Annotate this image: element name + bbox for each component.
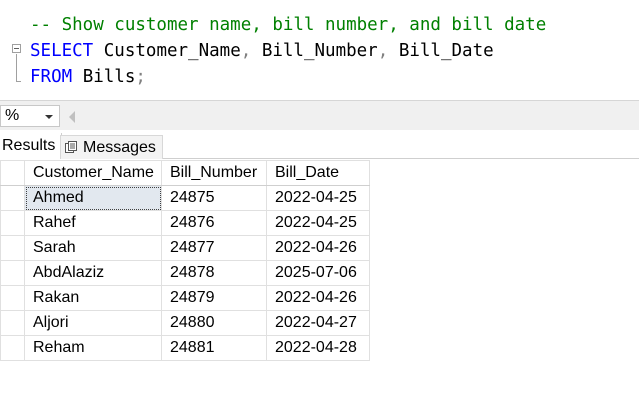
row-header[interactable] bbox=[0, 235, 25, 261]
table-cell[interactable]: Reham bbox=[24, 335, 162, 361]
table-cell[interactable]: Sarah bbox=[24, 235, 162, 261]
table-cell[interactable]: Ahmed bbox=[24, 185, 162, 211]
table-cell[interactable]: 2022-04-27 bbox=[266, 310, 370, 336]
table-row: Reham 24881 2022-04-28 bbox=[0, 335, 370, 361]
results-grid: Customer_Name Bill_Number Bill_Date Ahme… bbox=[0, 160, 370, 361]
row-header[interactable] bbox=[0, 260, 25, 286]
select-keyword: SELECT bbox=[30, 41, 94, 61]
table-cell[interactable]: 2022-04-28 bbox=[266, 335, 370, 361]
from-line: FROM Bills; bbox=[30, 64, 146, 90]
table-cell[interactable]: Rahef bbox=[24, 210, 162, 236]
table-cell[interactable]: AbdAlaziz bbox=[24, 260, 162, 286]
table-row: Rakan 24879 2022-04-26 bbox=[0, 285, 370, 311]
table-cell[interactable]: 2025-07-06 bbox=[266, 260, 370, 286]
column-header-bill-number[interactable]: Bill_Number bbox=[161, 160, 267, 186]
table-cell[interactable]: 2022-04-25 bbox=[266, 185, 370, 211]
corner-cell[interactable] bbox=[0, 160, 25, 186]
row-header[interactable] bbox=[0, 210, 25, 236]
chevron-down-icon[interactable] bbox=[45, 115, 53, 119]
table-cell[interactable]: 24875 bbox=[161, 185, 267, 211]
column-bill-number: Bill_Number bbox=[261, 41, 378, 61]
comma-2: , bbox=[377, 41, 389, 61]
table-cell[interactable]: 24879 bbox=[161, 285, 267, 311]
zoom-value: % bbox=[5, 107, 20, 124]
tab-results[interactable]: Results bbox=[0, 133, 63, 159]
results-tab-bar: Results Messages bbox=[0, 133, 639, 159]
column-header-bill-date[interactable]: Bill_Date bbox=[266, 160, 370, 186]
table-cell[interactable]: 2022-04-26 bbox=[266, 285, 370, 311]
comment-line: -- Show customer name, bill number, and … bbox=[30, 15, 547, 35]
tab-messages[interactable]: Messages bbox=[60, 135, 163, 159]
table-cell[interactable]: 2022-04-25 bbox=[266, 210, 370, 236]
collapse-icon[interactable] bbox=[12, 44, 21, 53]
zoom-dropdown[interactable]: % bbox=[0, 105, 60, 127]
table-cell[interactable]: 2022-04-26 bbox=[266, 235, 370, 261]
table-cell[interactable]: 24878 bbox=[161, 260, 267, 286]
table-cell[interactable]: Aljori bbox=[24, 310, 162, 336]
table-name: Bills bbox=[82, 67, 136, 87]
table-cell[interactable]: 24880 bbox=[161, 310, 267, 336]
comma-1: , bbox=[240, 41, 252, 61]
column-header-customer-name[interactable]: Customer_Name bbox=[24, 160, 162, 186]
semicolon: ; bbox=[135, 67, 146, 87]
column-bill-date: Bill_Date bbox=[398, 41, 494, 61]
fold-guide bbox=[16, 54, 21, 82]
table-cell[interactable]: 24881 bbox=[161, 335, 267, 361]
row-header[interactable] bbox=[0, 310, 25, 336]
column-customer-name: Customer_Name bbox=[103, 41, 241, 61]
scroll-left-icon[interactable] bbox=[69, 111, 75, 123]
table-cell[interactable]: 24877 bbox=[161, 235, 267, 261]
row-header[interactable] bbox=[0, 335, 25, 361]
table-cell[interactable]: 24876 bbox=[161, 210, 267, 236]
from-keyword: FROM bbox=[30, 67, 73, 87]
table-row: Ahmed 24875 2022-04-25 bbox=[0, 185, 370, 211]
tab-messages-label: Messages bbox=[83, 139, 156, 156]
row-header[interactable] bbox=[0, 185, 25, 211]
header-row: Customer_Name Bill_Number Bill_Date bbox=[0, 160, 370, 186]
row-header[interactable] bbox=[0, 285, 25, 311]
messages-icon bbox=[65, 137, 77, 153]
table-row: AbdAlaziz 24878 2025-07-06 bbox=[0, 260, 370, 286]
query-editor[interactable]: -- Show customer name, bill number, and … bbox=[0, 0, 639, 96]
table-cell[interactable]: Rakan bbox=[24, 285, 162, 311]
select-line: SELECT Customer_Name, Bill_Number, Bill_… bbox=[30, 38, 494, 64]
zoom-bar: % bbox=[0, 100, 639, 130]
table-row: Rahef 24876 2022-04-25 bbox=[0, 210, 370, 236]
table-row: Sarah 24877 2022-04-26 bbox=[0, 235, 370, 261]
table-row: Aljori 24880 2022-04-27 bbox=[0, 310, 370, 336]
